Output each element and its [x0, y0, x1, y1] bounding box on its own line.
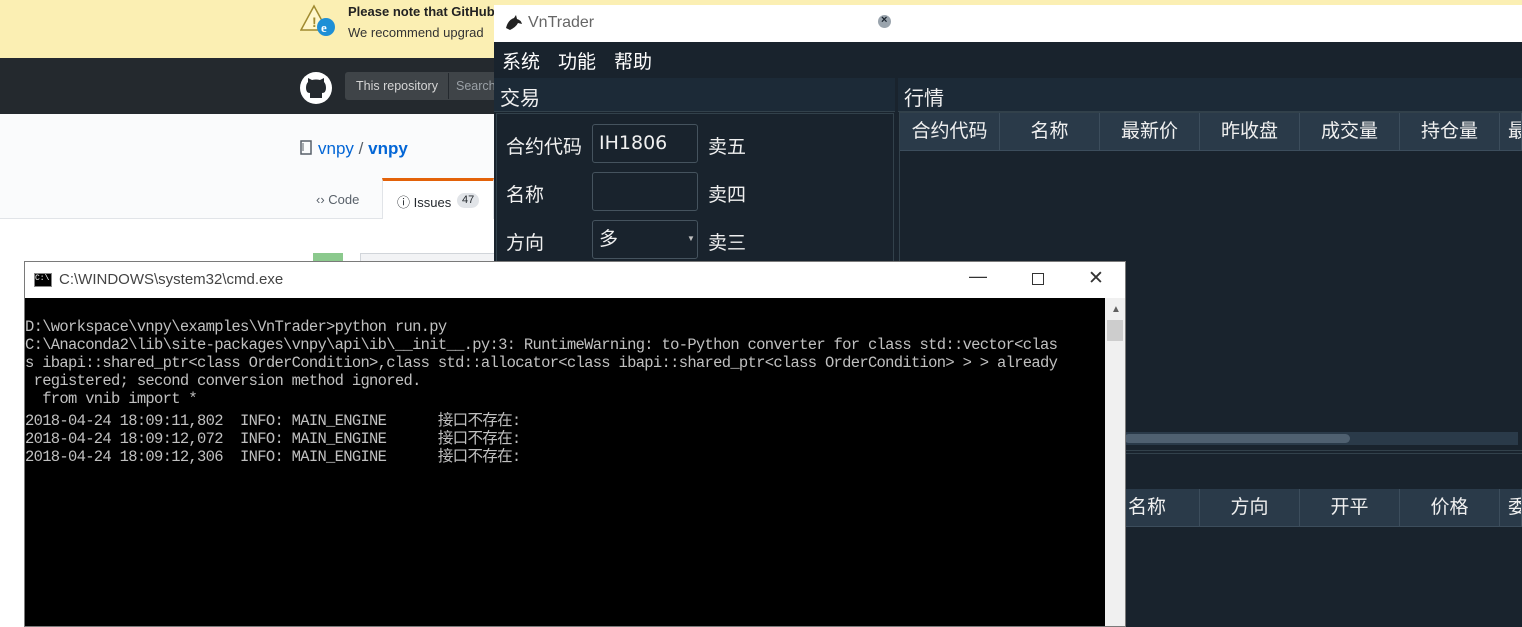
- vntrader-menubar: 系统 功能 帮助: [494, 42, 1522, 75]
- vntrader-logo-icon: [506, 15, 522, 30]
- ask4-label: 卖四: [708, 185, 747, 206]
- console-line: from vnib import *: [25, 390, 198, 408]
- name-input[interactable]: [592, 172, 698, 211]
- order-col-offset[interactable]: 开平: [1300, 489, 1400, 527]
- market-col-volume[interactable]: 成交量: [1300, 113, 1400, 151]
- repo-separator: /: [358, 139, 364, 158]
- issue-icon: ⓘ: [397, 195, 411, 210]
- name-label: 名称: [506, 185, 545, 206]
- trade-panel-title: 交易: [500, 88, 540, 110]
- trade-panel-header: 交易: [494, 78, 895, 112]
- direction-select[interactable]: 多: [592, 220, 698, 259]
- menu-help[interactable]: 帮助: [614, 47, 652, 74]
- order-col-next[interactable]: 委: [1500, 489, 1522, 527]
- repo-icon: [300, 140, 312, 155]
- issues-count-badge: 47: [457, 193, 480, 208]
- repo-title: vnpy / vnpy: [318, 139, 408, 159]
- market-panel-title: 行情: [904, 88, 944, 110]
- warning-ie-icon: ! e: [300, 4, 335, 36]
- console-line: D:\workspace\vnpy\examples\VnTrader>pyth…: [25, 318, 447, 336]
- cmd-window: C:\ C:\WINDOWS\system32\cmd.exe — ✕ D:\w…: [24, 261, 1126, 627]
- maximize-icon[interactable]: [1032, 273, 1044, 285]
- menu-function[interactable]: 功能: [558, 47, 596, 74]
- tab-code-label: Code: [328, 192, 360, 207]
- repo-name-link[interactable]: vnpy: [368, 139, 408, 158]
- market-col-openinterest[interactable]: 持仓量: [1400, 113, 1500, 151]
- svg-text:!: !: [312, 14, 317, 30]
- close-icon-glyph: ×: [881, 14, 888, 26]
- search-input[interactable]: Search: [456, 73, 496, 99]
- cmd-icon-text: C:\: [35, 274, 50, 283]
- order-col-direction[interactable]: 方向: [1200, 489, 1300, 527]
- vntrader-title: VnTrader: [528, 14, 595, 31]
- direction-label: 方向: [506, 233, 545, 254]
- order-col-price[interactable]: 价格: [1400, 489, 1500, 527]
- symbol-label: 合约代码: [506, 137, 583, 158]
- cmd-title: C:\WINDOWS\system32\cmd.exe: [59, 271, 284, 288]
- tab-issues-label-wrap: ⓘ Issues: [397, 192, 451, 211]
- console-output[interactable]: D:\workspace\vnpy\examples\VnTrader>pyth…: [25, 298, 1105, 626]
- code-icon: ‹›: [316, 192, 325, 207]
- ask5-label: 卖五: [708, 137, 747, 158]
- cmd-vscrollbar[interactable]: [1105, 298, 1125, 626]
- market-col-preclose[interactable]: 昨收盘: [1200, 113, 1300, 151]
- console-line: C:\Anaconda2\lib\site-packages\vnpy\api\…: [25, 336, 1058, 354]
- console-line: s ibapi::shared_ptr<class OrderCondition…: [25, 354, 1058, 372]
- symbol-input[interactable]: IH1806: [592, 124, 698, 163]
- ask3-label: 卖三: [708, 233, 747, 254]
- banner-title: Please note that GitHub: [348, 4, 495, 19]
- scroll-up-icon[interactable]: ▲: [1111, 304, 1121, 315]
- market-panel-header: 行情: [898, 78, 1522, 112]
- svg-text:e: e: [321, 20, 327, 35]
- market-col-symbol[interactable]: 合约代码: [900, 113, 1000, 151]
- menu-system[interactable]: 系统: [502, 47, 540, 74]
- market-col-last[interactable]: 最新价: [1100, 113, 1200, 151]
- dropdown-arrow-icon[interactable]: ▼: [687, 234, 695, 243]
- tab-code[interactable]: ‹› Code: [316, 192, 359, 207]
- market-col-next[interactable]: 最: [1500, 113, 1522, 151]
- github-logo-icon[interactable]: [299, 71, 333, 105]
- banner-subtitle: We recommend upgrad: [348, 25, 484, 40]
- vntrader-titlebar[interactable]: [494, 5, 1522, 42]
- search-scope-label: This repository: [346, 73, 449, 99]
- market-col-name[interactable]: 名称: [1000, 113, 1100, 151]
- tab-issues-label: Issues: [413, 195, 452, 210]
- cmd-vscroll-thumb[interactable]: [1107, 320, 1123, 341]
- console-line: registered; second conversion method ign…: [25, 372, 422, 390]
- repo-owner-link[interactable]: vnpy: [318, 139, 354, 158]
- minimize-icon[interactable]: —: [969, 266, 987, 287]
- console-line: 2018-04-24 18:09:12,306 INFO: MAIN_ENGIN…: [25, 448, 521, 466]
- close-icon[interactable]: ✕: [1088, 267, 1104, 290]
- market-hscroll-thumb[interactable]: [1124, 434, 1350, 443]
